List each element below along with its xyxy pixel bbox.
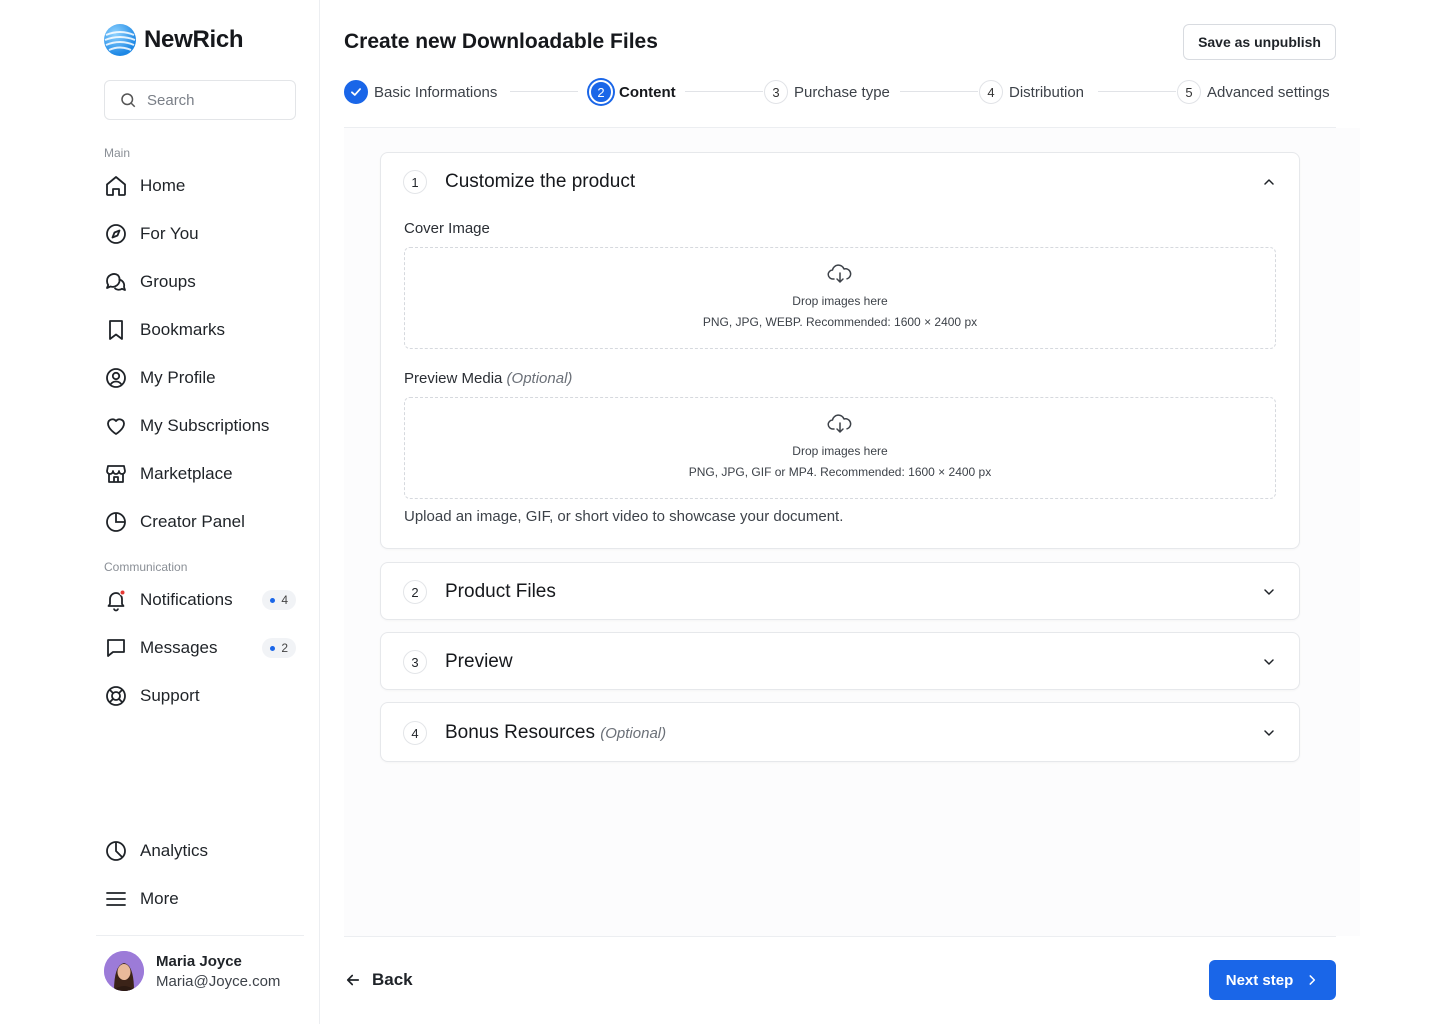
main-content: Create new Downloadable Files Save as un… [320,0,1440,1024]
cover-image-dropzone[interactable]: Drop images here PNG, JPG, WEBP. Recomme… [404,247,1276,349]
section-title: Product Files [445,581,556,602]
section-label-communication: Communication [104,560,188,574]
preview-media-hint: Upload an image, GIF, or short video to … [404,508,844,525]
store-icon [104,462,128,486]
menu-icon [104,887,128,911]
section-header-preview[interactable]: 3 Preview [381,633,1299,691]
chevron-right-icon [1309,975,1316,985]
section-number: 2 [403,580,427,604]
user-name: Maria Joyce [156,952,242,970]
cloud-upload-icon [827,414,852,433]
arrow-left-icon [346,974,360,986]
heart-icon [104,414,128,438]
step-advanced-settings[interactable]: 5 Advanced settings [1177,79,1330,105]
notifications-count-badge: 4 [262,590,296,610]
chevron-down-icon[interactable] [1261,725,1277,741]
brand-name: NewRich [144,26,244,53]
sidebar-item-more[interactable]: More [104,881,296,917]
user-profile[interactable]: Maria Joyce Maria@Joyce.com [104,951,280,991]
user-circle-icon [104,366,128,390]
stepper-connector [1098,91,1176,92]
stepper-connector [685,91,763,92]
cloud-upload-icon [827,264,852,283]
step-basic-informations[interactable]: Basic Informations [344,79,497,105]
section-title: Preview [445,651,513,672]
sidebar-item-bookmarks[interactable]: Bookmarks [104,312,296,348]
avatar [104,951,144,991]
user-email: Maria@Joyce.com [156,972,281,990]
section-bonus-resources: 4 Bonus Resources (Optional) [380,702,1300,762]
chevron-up-icon[interactable] [1261,174,1277,190]
stepper-connector [510,91,578,92]
page-title: Create new Downloadable Files [344,30,658,53]
save-as-unpublish-button[interactable]: Save as unpublish [1183,24,1336,60]
sidebar-item-analytics[interactable]: Analytics [104,833,296,869]
sidebar-item-groups[interactable]: Groups [104,264,296,300]
bell-icon [104,588,128,612]
sidebar-item-support[interactable]: Support [104,678,296,714]
brand[interactable]: NewRich [104,24,244,56]
back-button[interactable]: Back [344,964,413,996]
step-number: 4 [979,80,1003,104]
search-box[interactable] [104,80,296,120]
cover-image-label: Cover Image [404,220,490,237]
section-preview: 3 Preview [380,632,1300,690]
section-number: 1 [403,170,427,194]
message-icon [104,636,128,660]
bookmark-icon [104,318,128,342]
step-distribution[interactable]: 4 Distribution [979,79,1084,105]
lifebuoy-icon [104,684,128,708]
section-title: Customize the product [445,171,636,192]
chevron-down-icon[interactable] [1261,654,1277,670]
sidebar-item-creator-panel[interactable]: Creator Panel [104,504,296,540]
sidebar-item-my-profile[interactable]: My Profile [104,360,296,396]
pie-chart-icon [104,510,128,534]
chat-bubbles-icon [104,270,128,294]
sidebar: NewRich Main Home For You Groups Bookmar… [0,0,320,1024]
section-header-bonus-resources[interactable]: 4 Bonus Resources (Optional) [381,703,1299,763]
section-number: 4 [403,721,427,745]
step-number: 5 [1177,80,1201,104]
sidebar-item-notifications[interactable]: Notifications 4 [104,582,296,618]
compass-icon [104,222,128,246]
check-icon [344,80,368,104]
analytics-icon [104,839,128,863]
sidebar-item-for-you[interactable]: For You [104,216,296,252]
sidebar-item-marketplace[interactable]: Marketplace [104,456,296,492]
brand-logo-icon [104,24,136,56]
step-content[interactable]: 2 Content [589,79,676,105]
chevron-down-icon[interactable] [1261,584,1277,600]
sidebar-item-messages[interactable]: Messages 2 [104,630,296,666]
section-header-customize-product[interactable]: 1 Customize the product [381,153,1299,211]
section-number: 3 [403,650,427,674]
section-customize-product: 1 Customize the product Cover Image Drop… [380,152,1300,549]
sidebar-divider [96,935,304,936]
search-icon [121,93,136,108]
home-icon [104,174,128,198]
stepper: Basic Informations 2 Content 3 Purchase … [344,79,1336,105]
sidebar-item-my-subscriptions[interactable]: My Subscriptions [104,408,296,444]
step-number: 2 [589,80,613,104]
stepper-connector [900,91,978,92]
preview-media-dropzone[interactable]: Drop images here PNG, JPG, GIF or MP4. R… [404,397,1276,499]
footer-divider [344,936,1336,937]
section-title: Bonus Resources (Optional) [445,722,667,743]
step-purchase-type[interactable]: 3 Purchase type [764,79,890,105]
next-step-button[interactable]: Next step [1209,960,1336,1000]
step-number: 3 [764,80,788,104]
messages-count-badge: 2 [262,638,296,658]
section-label-main: Main [104,146,131,160]
section-header-product-files[interactable]: 2 Product Files [381,563,1299,621]
search-input[interactable] [147,91,277,109]
preview-media-label: Preview Media (Optional) [404,370,573,387]
section-product-files: 2 Product Files [380,562,1300,620]
sidebar-item-home[interactable]: Home [104,168,296,204]
